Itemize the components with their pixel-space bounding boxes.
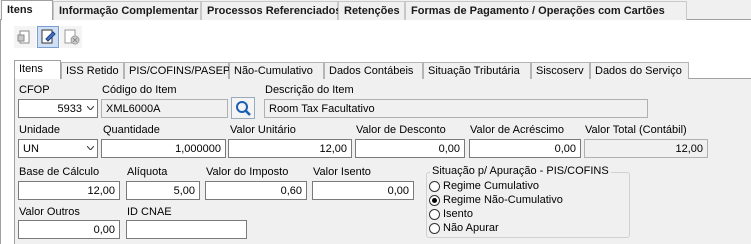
- inner-tab-dados-do-servico[interactable]: Dados do Serviço: [590, 62, 689, 79]
- unidade-select[interactable]: UN: [18, 139, 98, 158]
- regime-group-title: Situação p/ Apuração - PIS/COFINS: [430, 165, 611, 177]
- tab-label: Dados do Serviço: [595, 65, 682, 77]
- tab-label: Dados Contábeis: [329, 65, 414, 77]
- valor-imposto-label: Valor do Imposto: [206, 166, 289, 178]
- base-calculo-field[interactable]: 12,00: [18, 181, 120, 200]
- delete-item-button[interactable]: [60, 26, 82, 48]
- aliquota-label: Alíquota: [127, 166, 168, 178]
- edit-document-icon: [41, 29, 56, 44]
- tab-label: PIS/COFINS/PASEP: [129, 65, 231, 77]
- top-tab-strip: Itens Informação Complementar Processos …: [0, 0, 751, 21]
- id-cnae-field[interactable]: [126, 220, 247, 239]
- valor-desconto-label: Valor de Desconto: [356, 124, 446, 136]
- valor-desconto-field[interactable]: 0,00: [355, 139, 465, 158]
- edit-item-button[interactable]: [37, 26, 59, 48]
- inner-tab-itens[interactable]: Itens: [14, 60, 61, 80]
- radio-label: Regime Cumulativo: [443, 180, 539, 192]
- radio-button-icon: [429, 209, 440, 220]
- valor-imposto-field[interactable]: 0,60: [205, 181, 307, 200]
- valor-outros-field[interactable]: 0,00: [18, 220, 120, 239]
- inner-tab-pis-cofins-pasep[interactable]: PIS/COFINS/PASEP: [124, 62, 231, 79]
- cfop-select[interactable]: 5933: [18, 99, 98, 118]
- valor-total-label: Valor Total (Contábil): [585, 124, 687, 136]
- top-tab-formas-pagamento[interactable]: Formas de Pagamento / Operações com Cart…: [405, 1, 687, 20]
- new-item-button[interactable]: [14, 26, 36, 48]
- valor-acrescimo-field[interactable]: 0,00: [469, 139, 581, 158]
- valor-isento-field[interactable]: 0,00: [312, 181, 414, 200]
- valor-acrescimo-label: Valor de Acréscimo: [470, 124, 564, 136]
- new-document-icon: [17, 30, 30, 44]
- base-calculo-label: Base de Cálculo: [19, 166, 100, 178]
- radio-button-icon: [429, 223, 440, 234]
- tab-label: Siscoserv: [536, 65, 584, 77]
- descricao-field[interactable]: Room Tax Facultativo: [264, 99, 648, 118]
- tab-label: Itens: [19, 63, 43, 75]
- tab-label: Não-Cumulativo: [234, 65, 313, 77]
- inner-tab-dados-contabeis[interactable]: Dados Contábeis: [324, 62, 423, 79]
- radio-button-icon: [429, 181, 440, 192]
- chevron-down-icon: [87, 106, 94, 110]
- aliquota-field[interactable]: 5,00: [126, 181, 200, 200]
- codigo-label: Código do Item: [102, 84, 177, 96]
- valor-isento-label: Valor Isento: [313, 166, 371, 178]
- inner-tab-siscoserv[interactable]: Siscoserv: [531, 62, 590, 79]
- valor-unitario-field[interactable]: 12,00: [228, 139, 352, 158]
- radio-isento[interactable]: Isento: [429, 208, 609, 222]
- tab-label: Itens: [7, 4, 33, 16]
- tab-label: Formas de Pagamento / Operações com Cart…: [411, 5, 665, 17]
- cfop-label: CFOP: [19, 84, 50, 96]
- top-tab-informacao-complementar[interactable]: Informação Complementar: [53, 1, 201, 20]
- search-icon: [236, 101, 251, 116]
- tab-label: Processos Referenciados: [207, 5, 342, 17]
- top-tab-itens[interactable]: Itens: [1, 0, 53, 21]
- tab-label: Situação Tributária: [428, 65, 520, 77]
- unidade-value: UN: [23, 143, 39, 155]
- radio-nao-apurar[interactable]: Não Apurar: [429, 222, 609, 236]
- descricao-label: Descrição do Item: [265, 84, 354, 96]
- inner-tab-situacao-tributaria[interactable]: Situação Tributária: [423, 62, 531, 79]
- chevron-down-icon: [87, 146, 94, 150]
- search-button[interactable]: [231, 97, 255, 119]
- unidade-label: Unidade: [19, 124, 60, 136]
- radio-regime-nao-cumulativo[interactable]: Regime Não-Cumulativo: [429, 194, 609, 208]
- inner-tab-nao-cumulativo[interactable]: Não-Cumulativo: [229, 62, 324, 79]
- cfop-value: 5933: [57, 103, 82, 115]
- valor-unitario-label: Valor Unitário: [230, 124, 296, 136]
- top-tab-retencoes[interactable]: Retenções: [338, 1, 405, 20]
- radio-label: Não Apurar: [443, 222, 499, 234]
- inner-tab-strip: Itens ISS Retido PIS/COFINS/PASEP Não-Cu…: [14, 60, 751, 80]
- radio-label: Regime Não-Cumulativo: [443, 194, 563, 206]
- radio-regime-cumulativo[interactable]: Regime Cumulativo: [429, 180, 609, 194]
- quantidade-field[interactable]: 1,000000: [101, 139, 226, 158]
- quantidade-label: Quantidade: [103, 124, 160, 136]
- valor-outros-label: Valor Outros: [19, 206, 80, 218]
- tab-label: ISS Retido: [66, 65, 119, 77]
- id-cnae-label: ID CNAE: [127, 206, 172, 218]
- radio-label: Isento: [443, 208, 473, 220]
- top-tab-processos-referenciados[interactable]: Processos Referenciados: [201, 1, 342, 20]
- codigo-field[interactable]: XML6000A: [101, 99, 228, 118]
- tab-label: Retenções: [344, 5, 400, 17]
- inner-tab-iss-retido[interactable]: ISS Retido: [61, 62, 124, 79]
- valor-total-field: 12,00: [584, 139, 708, 158]
- radio-button-icon: [429, 195, 440, 206]
- tab-label: Informação Complementar: [59, 5, 199, 17]
- delete-document-icon: [64, 29, 80, 45]
